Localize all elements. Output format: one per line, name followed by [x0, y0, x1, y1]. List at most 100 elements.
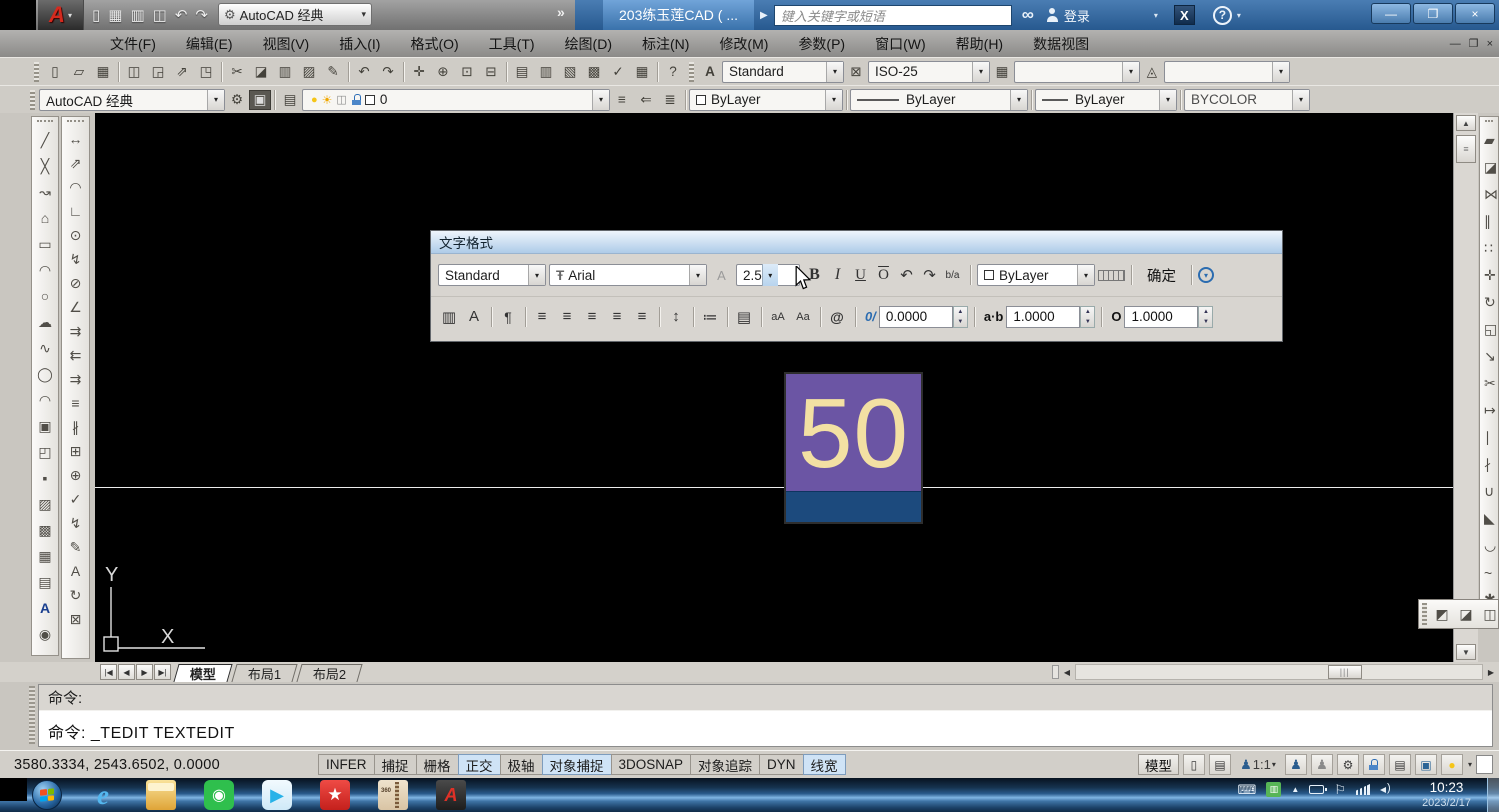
chevron-down-icon[interactable]: ▾ [1272, 62, 1289, 82]
workspace-settings-icon[interactable]: ⚙ [225, 88, 249, 111]
status-toggle-9[interactable]: 线宽 [803, 754, 846, 775]
horizontal-line-entity[interactable] [95, 487, 1453, 488]
doc-close-icon[interactable]: × [1487, 38, 1493, 50]
clean-screen-box[interactable] [1476, 755, 1493, 774]
taskbar-clock[interactable]: 10:23 2023/2/17 [1422, 780, 1471, 811]
status-bulb-icon[interactable]: ● [1441, 754, 1463, 775]
horizontal-scrollbar[interactable]: ||| [1075, 664, 1483, 680]
workspace-switching-icon[interactable]: ⚙ [1337, 754, 1359, 775]
toolbar-button-10[interactable]: ◪ [249, 60, 273, 83]
drawing-canvas[interactable]: 50 Y X [95, 113, 1453, 662]
annotative-icon[interactable]: A [710, 263, 733, 287]
dimension-button-19[interactable]: ✓ [65, 487, 87, 511]
dimension-button-6[interactable]: ↯ [65, 247, 87, 271]
oblique-angle-input[interactable]: 0.0000 [879, 306, 953, 328]
status-toggle-3[interactable]: 正交 [458, 754, 500, 775]
paragraph-tool-18[interactable]: Aa [792, 305, 815, 329]
ruler-icon[interactable] [1098, 270, 1125, 281]
modify-button-9[interactable]: ↘ [1480, 343, 1499, 370]
toolbar-button-5[interactable]: ◲ [146, 60, 170, 83]
paragraph-tool-15[interactable]: ▤ [733, 305, 756, 329]
isolate-objects-icon[interactable]: ▣ [1415, 754, 1437, 775]
chevron-down-icon[interactable]: ▾ [1292, 90, 1309, 110]
modify-button-7[interactable]: ↻ [1480, 289, 1499, 316]
menu-item-10[interactable]: 窗口(W) [860, 30, 941, 57]
show-desktop-button[interactable] [1487, 778, 1499, 812]
modify-button-11[interactable]: ✂ [1480, 370, 1499, 397]
restore-button[interactable]: ❐ [1413, 3, 1453, 24]
dimension-button-24[interactable]: ↻ [65, 583, 87, 607]
qat-button-3[interactable]: ◫ [153, 6, 168, 24]
annotation-visibility-icon[interactable]: ♟ [1285, 754, 1307, 775]
dimension-button-11[interactable]: ⇇ [65, 343, 87, 367]
video-player-icon[interactable]: ▶ [262, 780, 292, 810]
title-play-icon[interactable]: ▶ [760, 10, 768, 21]
toolbar-button-16[interactable]: ↷ [376, 60, 400, 83]
oblique-spinner[interactable]: ▲▼ [953, 306, 968, 328]
start-button[interactable] [32, 780, 62, 810]
battery-icon[interactable] [1309, 785, 1324, 794]
paragraph-tool-8[interactable]: ≡ [606, 305, 629, 329]
modify-button-3[interactable]: ∥ [1480, 208, 1499, 235]
toolbar-button-24[interactable]: ▥ [534, 60, 558, 83]
application-menu-button[interactable]: A ▾ [38, 0, 84, 30]
mtext-editor-area[interactable]: 50 [786, 374, 921, 491]
modify-button-6[interactable]: ✛ [1480, 262, 1499, 289]
menu-item-8[interactable]: 修改(M) [704, 30, 783, 57]
modify-button-19[interactable]: ◡ [1480, 532, 1499, 559]
quick-view-layouts-icon[interactable]: ▯ [1183, 754, 1205, 775]
tab-nav-next-icon[interactable]: ▶ [136, 664, 153, 680]
help-icon[interactable]: ? [1213, 6, 1232, 25]
status-toggle-0[interactable]: INFER [318, 754, 374, 775]
tab-nav-last-icon[interactable]: ▶| [154, 664, 171, 680]
doc-minimize-icon[interactable]: — [1450, 38, 1461, 50]
layer-on-bulb-icon[interactable]: ● [311, 94, 318, 106]
modify-button-15[interactable]: ∤ [1480, 451, 1499, 478]
width-factor-input[interactable]: 1.0000 [1124, 306, 1198, 328]
model-space-button[interactable]: 模型 [1138, 754, 1179, 775]
toolbar-button-11[interactable]: ▥ [273, 60, 297, 83]
format-button-2[interactable]: U [849, 263, 872, 287]
quick-view-drawings-icon[interactable]: ▤ [1209, 754, 1231, 775]
draw-button-10[interactable]: ◠ [34, 387, 56, 413]
toolbar-grip[interactable] [1422, 603, 1427, 625]
dimension-button-0[interactable]: ↔ [65, 127, 87, 151]
minimize-button[interactable]: — [1371, 3, 1411, 24]
status-toggle-6[interactable]: 3DOSNAP [611, 754, 691, 775]
menu-item-0[interactable]: 文件(F) [95, 30, 171, 57]
toolbar-button-26[interactable]: ▩ [582, 60, 606, 83]
width-factor-spinner[interactable]: ▲▼ [1198, 306, 1213, 328]
toolbar-button-19[interactable]: ⊕ [431, 60, 455, 83]
draw-button-18[interactable]: A [34, 595, 56, 621]
toolbar-button-2[interactable]: ▦ [91, 60, 115, 83]
keyboard-tray-icon[interactable]: ⌨ [1238, 782, 1257, 798]
status-menu-icon[interactable]: ▾ [1468, 760, 1472, 769]
toolbar-lock-icon[interactable] [1363, 754, 1385, 775]
paragraph-tool-3[interactable]: ¶ [497, 305, 520, 329]
chevron-down-icon[interactable]: ▾ [972, 62, 989, 82]
search-input[interactable]: 键入关键字或短语 [774, 5, 1012, 26]
paragraph-tool-7[interactable]: ≡ [581, 305, 604, 329]
dimension-button-10[interactable]: ⇉ [65, 319, 87, 343]
dimension-button-3[interactable]: ∟ [65, 199, 87, 223]
user-icon[interactable] [1046, 8, 1059, 22]
dimension-button-23[interactable]: A [65, 559, 87, 583]
mtext-editor-box[interactable]: 50 [784, 372, 923, 524]
tracking-spinner[interactable]: ▲▼ [1080, 306, 1095, 328]
draw-button-2[interactable]: ↝ [34, 179, 56, 205]
draw-button-0[interactable]: ╱ [34, 127, 56, 153]
coordinates-readout[interactable]: 3580.3334, 2543.6502, 0.0000 [0, 757, 318, 773]
format-button-4[interactable]: ↶ [895, 263, 918, 287]
draworder-button-1[interactable]: ◪ [1454, 602, 1478, 626]
toolbar-button-12[interactable]: ▨ [297, 60, 321, 83]
status-toggle-7[interactable]: 对象追踪 [690, 754, 759, 775]
chevron-down-icon[interactable]: ▾ [592, 90, 609, 110]
layer-unlock-icon[interactable] [352, 94, 362, 105]
toolbar-button-4[interactable]: ◫ [122, 60, 146, 83]
paragraph-tool-17[interactable]: aA [767, 305, 790, 329]
table-style-combo[interactable]: ▾ [1014, 61, 1140, 83]
vertical-scroll-thumb[interactable]: ≡ [1456, 135, 1476, 163]
chevron-down-icon[interactable]: ▾ [1154, 11, 1158, 20]
lineweight-combo[interactable]: ByLayer ▾ [1035, 89, 1177, 111]
qat-button-2[interactable]: ▥ [130, 6, 145, 24]
